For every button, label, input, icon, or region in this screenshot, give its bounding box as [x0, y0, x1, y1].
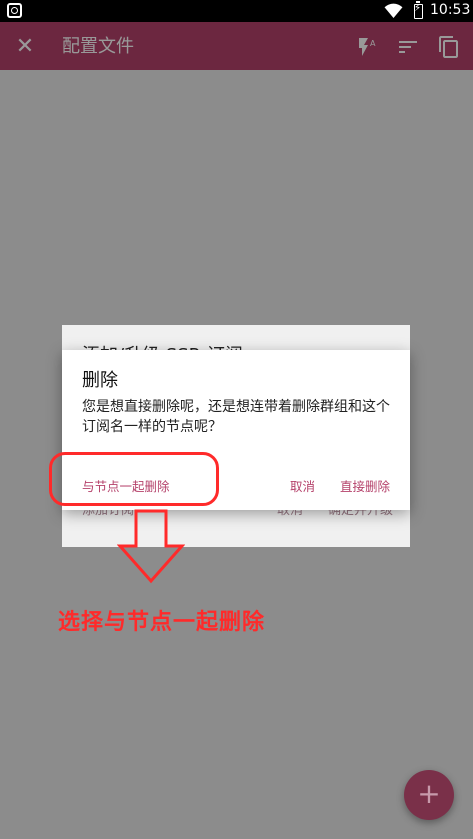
app-icon — [7, 3, 22, 18]
cancel-button[interactable]: 取消 — [290, 476, 315, 495]
status-bar: 10:53 — [0, 0, 473, 22]
highlight-outline — [49, 452, 219, 506]
annotation-text: 选择与节点一起删除 — [58, 610, 266, 635]
dialog-title: 删除 — [82, 370, 118, 391]
add-fab[interactable]: + — [404, 770, 454, 820]
status-time: 10:53 — [430, 2, 471, 18]
wifi-icon — [384, 3, 403, 19]
battery-charging-icon — [414, 1, 423, 19]
delete-direct-button[interactable]: 直接删除 — [340, 476, 390, 495]
dialog-message: 您是想直接删除呢，还是想连带着删除群组和这个订阅名一样的节点呢？ — [82, 399, 390, 435]
scrim — [0, 22, 473, 70]
down-arrow-icon — [117, 509, 185, 584]
